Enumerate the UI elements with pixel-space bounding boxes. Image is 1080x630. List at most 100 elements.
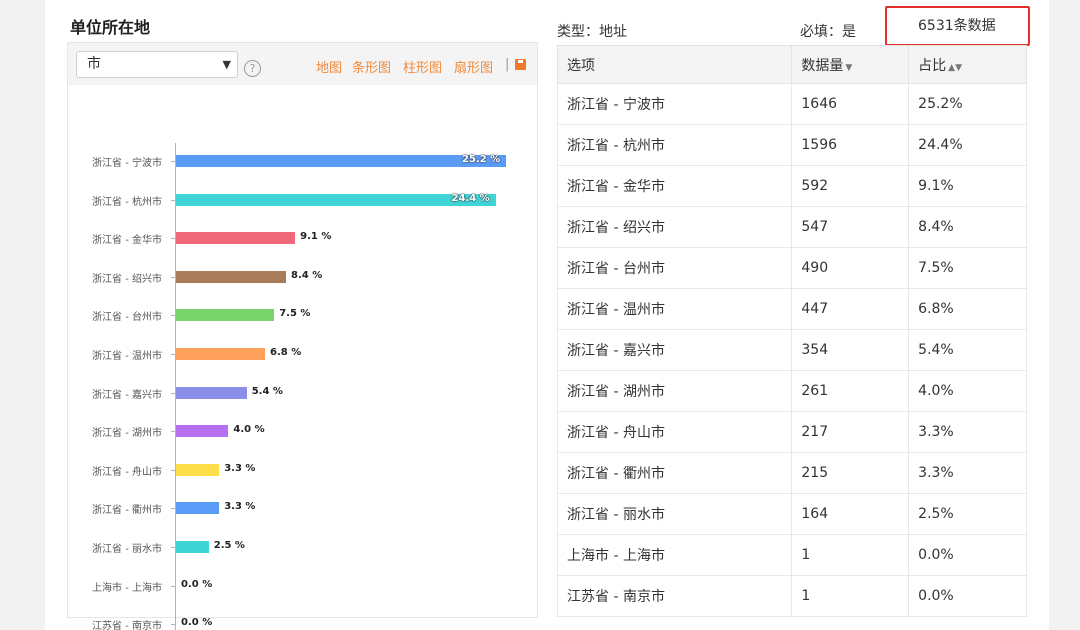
bar-value-label: 0.0 % [181, 578, 213, 590]
option-cell: 浙江省 - 杭州市 [556, 124, 793, 166]
category-label: 浙江省 - 金华市 [92, 235, 162, 247]
count-cell: 447 [791, 288, 910, 330]
table-header-row: 选项 数据量 ▼ 占比 ▲​▼ [556, 45, 1027, 84]
category-label: 浙江省 - 嘉兴市 [92, 389, 162, 401]
bar[interactable] [176, 541, 209, 553]
bar-value-label: 2.5 % [213, 540, 245, 551]
bar[interactable] [176, 348, 266, 360]
category-label: 浙江省 - 温州市 [92, 351, 162, 362]
category-label: 浙江省 - 绍兴市 [92, 273, 162, 285]
bar[interactable] [176, 502, 220, 515]
ratio-cell: 3.3% [908, 452, 1027, 494]
option-cell: 浙江省 - 绍兴市 [556, 206, 793, 248]
axis-tick [171, 470, 175, 471]
category-label: 浙江省 - 丽水市 [92, 544, 162, 555]
category-label: 浙江省 - 台州市 [92, 312, 162, 324]
chart-card: 市 ▼ ? 地图 条形图 柱形图 扇形图 | 浙江省 - 宁波市 25.2 % 浙江… [67, 42, 538, 630]
table-row: 浙江省 - 温州市 447 6.8% [556, 288, 1027, 330]
table-row: 浙江省 - 舟山市 217 3.3% [556, 411, 1027, 453]
bar[interactable] [176, 270, 286, 283]
bar-value-label: 3.3 % [224, 501, 256, 513]
axis-tick [171, 393, 175, 394]
level-select[interactable]: 市 ▼ [76, 51, 238, 78]
count-cell: 354 [791, 329, 910, 371]
axis-tick [171, 624, 175, 625]
count-cell: 1 [791, 534, 910, 576]
option-cell: 浙江省 - 温州市 [556, 288, 793, 330]
table-row: 浙江省 - 湖州市 261 4.0% [556, 370, 1027, 412]
ratio-cell: 0.0% [908, 575, 1027, 617]
count-cell: 490 [791, 247, 910, 289]
count-cell: 1 [791, 575, 910, 617]
save-icon[interactable] [515, 59, 526, 70]
column-header-count[interactable]: 数据量 ▼ [791, 45, 910, 84]
option-cell: 浙江省 - 衢州市 [556, 452, 793, 494]
bar-value-label: 3.3 % [224, 462, 256, 474]
category-label: 浙江省 - 杭州市 [92, 196, 162, 208]
axis-tick [171, 354, 175, 355]
bar[interactable] [176, 309, 275, 322]
category-label: 浙江省 - 衢州市 [92, 505, 162, 517]
ratio-cell: 9.1% [908, 165, 1027, 207]
table-row: 上海市 - 上海市 1 0.0% [556, 534, 1027, 576]
count-cell: 1646 [791, 83, 910, 125]
field-required: 必填：是 [800, 24, 856, 40]
bar[interactable] [176, 425, 229, 438]
column-header-option: 选项 [556, 45, 793, 84]
table-row: 浙江省 - 金华市 592 9.1% [556, 165, 1027, 207]
option-cell: 江苏省 - 南京市 [556, 575, 793, 617]
tab-bar-chart[interactable]: 条形图 [352, 57, 391, 76]
chart-toolbar: 市 ▼ ? 地图 条形图 柱形图 扇形图 | [68, 43, 537, 85]
bar-value-label: 6.8 % [270, 347, 302, 358]
axis-tick [171, 200, 175, 201]
data-table: 选项 数据量 ▼ 占比 ▲​▼ 浙江省 - 宁波市 1646 25.2% 浙江省 - 杭州… [556, 45, 1027, 617]
bar-chart: 浙江省 - 宁波市 25.2 % 浙江省 - 杭州市 24.4 % 浙江省 - 金华市 9… [68, 85, 537, 630]
bar-value-label: 24.4 % [451, 192, 490, 204]
axis-tick [171, 277, 175, 278]
tab-pie-chart[interactable]: 扇形图 [454, 57, 493, 76]
option-cell: 浙江省 - 丽水市 [556, 493, 793, 535]
field-type: 类型：地址 [557, 24, 627, 40]
option-cell: 浙江省 - 湖州市 [556, 370, 793, 412]
ratio-cell: 0.0% [908, 534, 1027, 576]
bar[interactable] [176, 155, 506, 167]
tab-column-chart[interactable]: 柱形图 [403, 57, 442, 76]
option-cell: 上海市 - 上海市 [556, 534, 793, 576]
option-cell: 浙江省 - 金华市 [556, 165, 793, 207]
category-label: 浙江省 - 宁波市 [92, 158, 162, 169]
chevron-down-icon: ▼ [222, 58, 231, 71]
table-row: 浙江省 - 丽水市 164 2.5% [556, 493, 1027, 535]
count-cell: 261 [791, 370, 910, 412]
axis-tick [171, 508, 175, 509]
ratio-cell: 8.4% [908, 206, 1027, 248]
bar[interactable] [176, 463, 220, 476]
count-cell: 592 [791, 165, 910, 207]
count-cell: 1596 [791, 124, 910, 166]
ratio-cell: 4.0% [908, 370, 1027, 412]
sort-icon[interactable]: ▲​▼ [948, 63, 962, 73]
count-cell: 164 [791, 493, 910, 535]
level-select-value: 市 [87, 56, 101, 72]
table-row: 浙江省 - 台州市 490 7.5% [556, 247, 1027, 289]
bar-value-label: 9.1 % [300, 231, 332, 243]
table-row: 浙江省 - 绍兴市 547 8.4% [556, 206, 1027, 248]
bar[interactable] [176, 232, 296, 245]
ratio-cell: 25.2% [908, 83, 1027, 125]
table-row: 浙江省 - 宁波市 1646 25.2% [556, 83, 1027, 125]
bar[interactable] [176, 193, 496, 206]
category-label: 浙江省 - 湖州市 [92, 428, 162, 440]
table-row: 浙江省 - 衢州市 215 3.3% [556, 452, 1027, 494]
axis-tick [171, 431, 175, 432]
sort-desc-icon[interactable]: ▼ [845, 63, 852, 73]
ratio-cell: 2.5% [908, 493, 1027, 535]
axis-tick [171, 586, 175, 587]
table-row: 浙江省 - 嘉兴市 354 5.4% [556, 329, 1027, 371]
question-circle-icon[interactable]: ? [244, 60, 261, 77]
axis-tick [171, 238, 175, 239]
bar-value-label: 25.2 % [462, 154, 501, 165]
column-header-ratio[interactable]: 占比 ▲​▼ [908, 45, 1027, 84]
bar[interactable] [176, 386, 247, 399]
count-cell: 215 [791, 452, 910, 494]
tab-map[interactable]: 地图 [316, 57, 342, 76]
ratio-cell: 24.4% [908, 124, 1027, 166]
